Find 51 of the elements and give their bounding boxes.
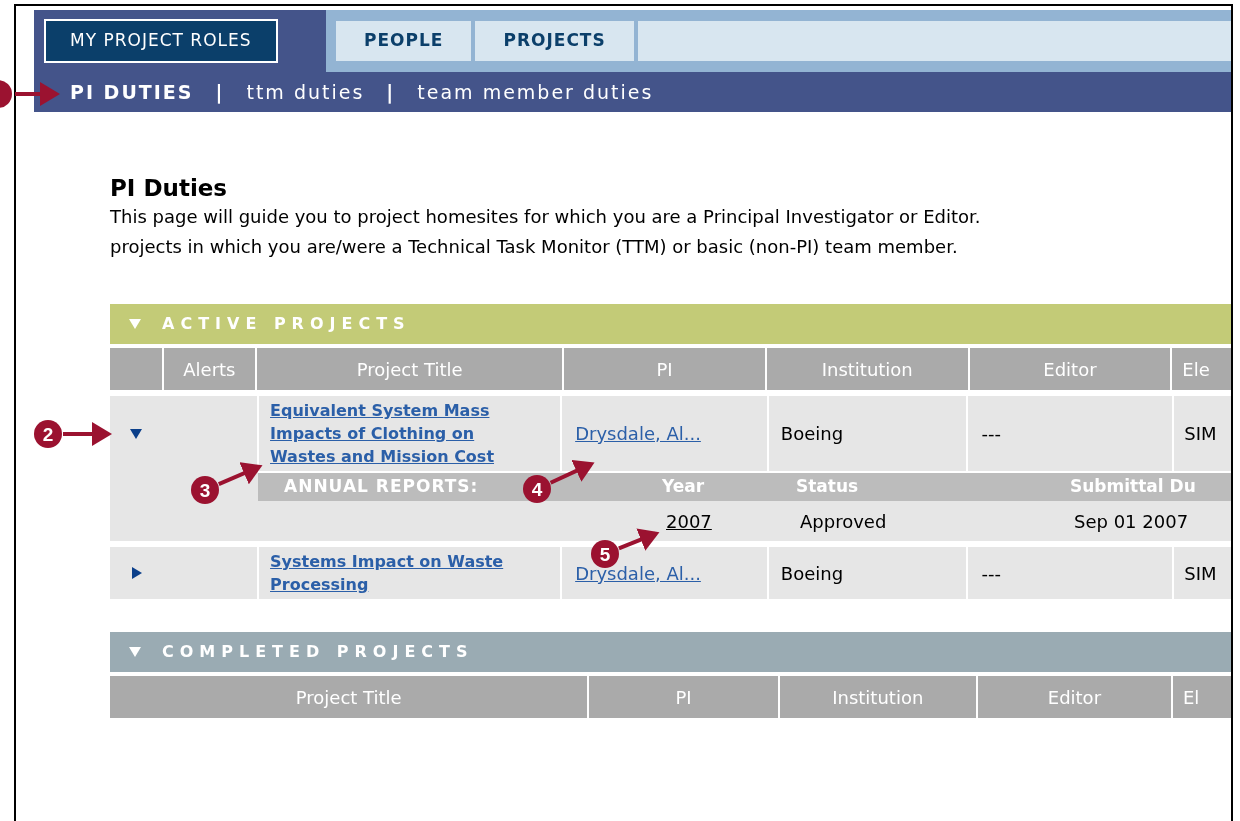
column-header: Project Title — [257, 348, 563, 390]
callout-marker: 4 — [523, 475, 551, 503]
table-cell-text: Boeing — [780, 422, 844, 446]
column-header: El — [1173, 676, 1232, 718]
description-text: projects in which you are/were a Technical Task Monitor (TTM) or basic (non-PI) team member. — [110, 235, 959, 259]
table-cell-text: SIM — [1184, 561, 1217, 586]
callout-arrow — [15, 82, 60, 106]
column-header: Editor — [969, 348, 1171, 390]
callout-arrow — [549, 459, 595, 485]
section-title: COMPLETED PROJECTS — [162, 641, 474, 663]
table-cell: Approved — [800, 510, 887, 532]
column-header: PI — [589, 676, 778, 718]
column-header: Ele — [1172, 348, 1232, 390]
project-link[interactable]: Equivalent System Mass Impacts of Clothing on Wastes and Mission Cost — [270, 399, 526, 468]
tab[interactable]: PROJECTS — [475, 21, 634, 61]
subnav-link[interactable]: PI DUTIES — [70, 77, 194, 107]
description-text: This page will guide you to project homesites for which you are a Principal Investigator or Editor. — [110, 205, 982, 229]
page-title: PI Duties — [110, 174, 229, 202]
callout-arrow — [218, 462, 263, 486]
project-link[interactable]: Systems Impact on Waste Processing — [270, 550, 526, 596]
subnav-link[interactable]: ttm duties — [246, 77, 365, 107]
separator: | — [386, 79, 396, 106]
tab[interactable]: MY PROJECT ROLES — [44, 19, 278, 63]
column-header: Institution — [779, 676, 976, 718]
column-header: Year — [662, 475, 706, 499]
column-header: Submittal Du — [1070, 475, 1197, 499]
callout-arrow — [618, 528, 660, 551]
expand-icon[interactable] — [128, 426, 143, 441]
year-link[interactable]: 2007 — [666, 510, 712, 532]
column-header: Alerts — [163, 348, 256, 390]
header-cell — [110, 348, 162, 390]
table-cell-text: Boeing — [780, 561, 844, 586]
table-cell-text: --- — [981, 422, 1002, 446]
callout-marker: 2 — [34, 420, 62, 448]
table-cell-text: SIM — [1184, 422, 1217, 446]
table-cell-text: --- — [981, 561, 1002, 586]
callout-marker: 3 — [191, 476, 219, 504]
subtable-title: ANNUAL REPORTS: — [284, 476, 479, 497]
column-header: PI — [564, 348, 765, 390]
table-cell: Sep 01 2007 — [1074, 510, 1189, 532]
separator: | — [215, 79, 225, 106]
column-header: Status — [796, 475, 860, 499]
column-header: Editor — [977, 676, 1171, 718]
column-header: Institution — [766, 348, 968, 390]
callout-arrow — [63, 422, 112, 446]
callout-marker: 5 — [591, 540, 619, 568]
section-title: ACTIVE PROJECTS — [162, 313, 411, 335]
subnav-link[interactable]: team member duties — [417, 77, 654, 107]
tab[interactable]: PEOPLE — [336, 21, 472, 61]
column-header: Project Title — [110, 676, 588, 718]
person-link[interactable]: Drysdale, Al... — [575, 420, 701, 447]
